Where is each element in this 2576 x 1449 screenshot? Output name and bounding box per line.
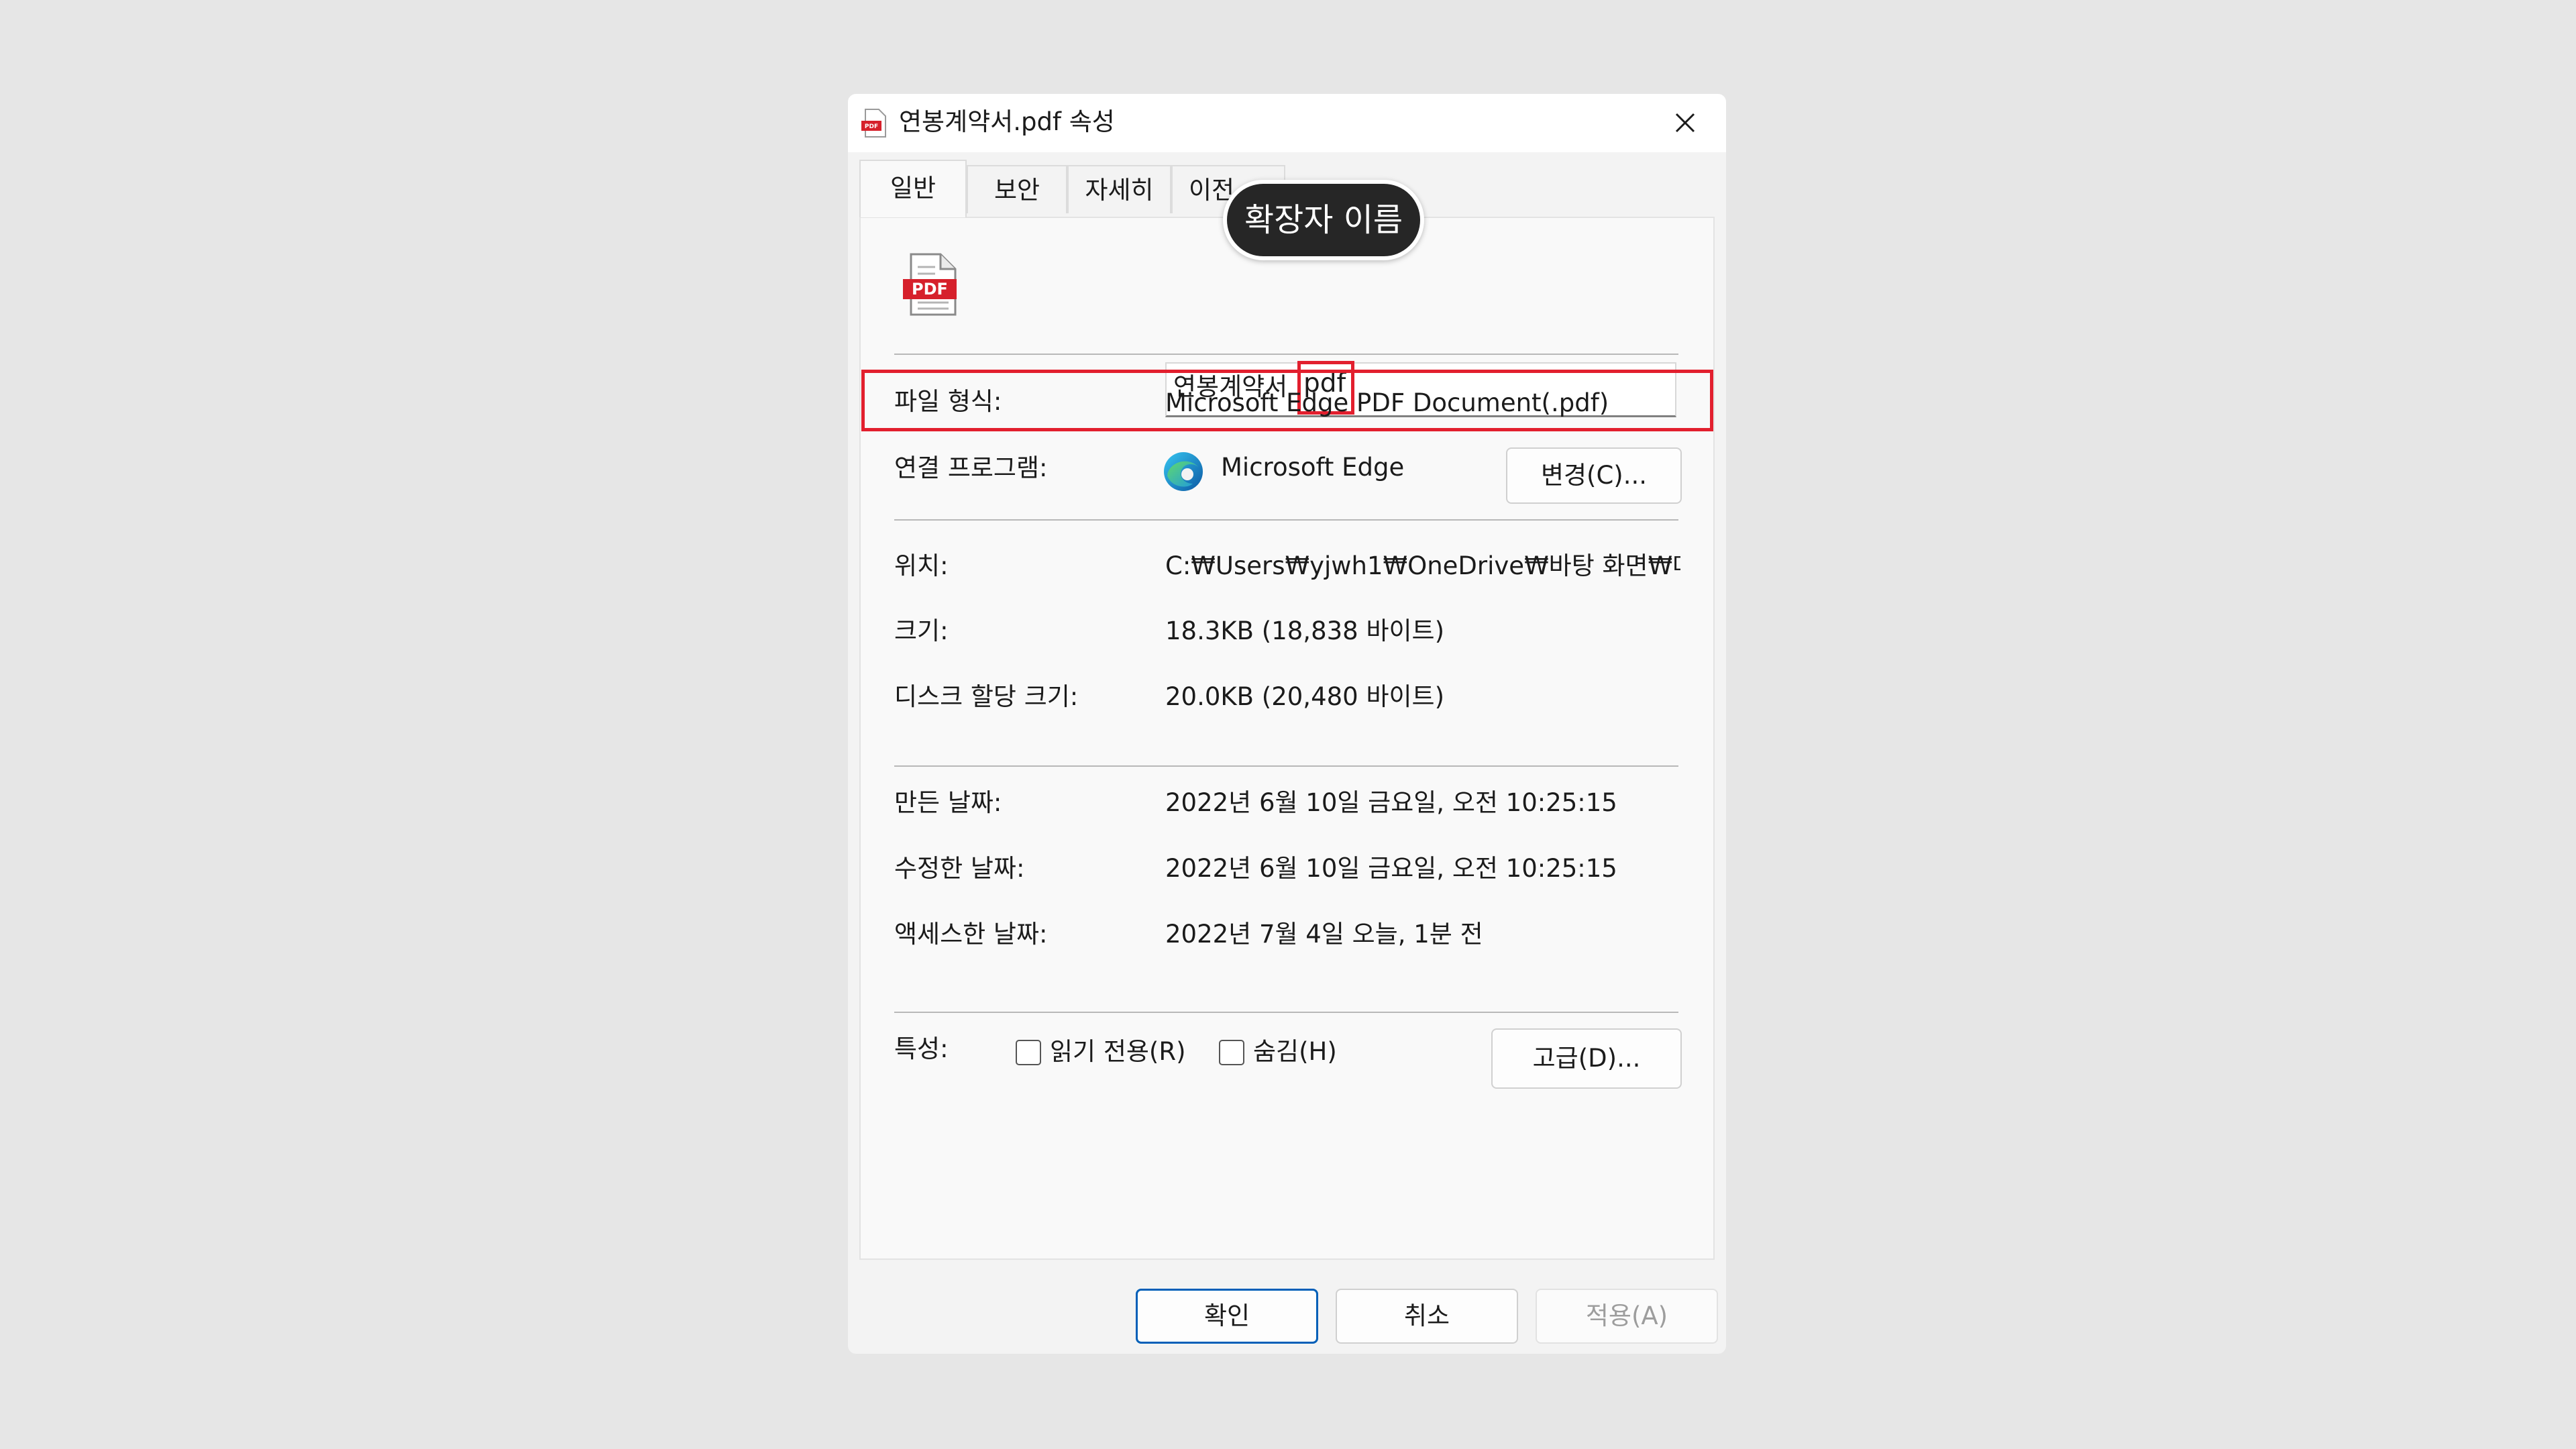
- separator: [894, 519, 1678, 521]
- title-bar: PDF 연봉계약서.pdf 속성: [848, 94, 1726, 152]
- hidden-label: 숨김(H): [1253, 1037, 1337, 1066]
- hidden-checkbox[interactable]: [1219, 1040, 1244, 1065]
- cancel-button[interactable]: 취소: [1336, 1289, 1518, 1344]
- window-title: 연봉계약서.pdf 속성: [899, 107, 1115, 136]
- size-label: 크기:: [894, 616, 949, 645]
- separator: [894, 354, 1678, 355]
- separator: [894, 765, 1678, 767]
- tab-details[interactable]: 자세히: [1067, 165, 1171, 213]
- edge-icon: [1162, 450, 1205, 493]
- attributes-label: 특성:: [894, 1034, 949, 1063]
- svg-text:PDF: PDF: [865, 123, 878, 130]
- pdf-badge-label: PDF: [912, 280, 948, 299]
- advanced-button[interactable]: 고급(D)...: [1491, 1028, 1682, 1089]
- accessed-label: 액세스한 날짜:: [894, 920, 1048, 949]
- location-value: C:₩Users₩yjwh1₩OneDrive₩바탕 화면₩메뉴얼: [1165, 551, 1680, 580]
- readonly-label: 읽기 전용(R): [1050, 1037, 1186, 1066]
- apply-button[interactable]: 적용(A): [1536, 1289, 1718, 1344]
- extension-name-tooltip: 확장자 이름: [1223, 180, 1424, 260]
- change-program-button[interactable]: 변경(C)...: [1506, 447, 1682, 504]
- location-label: 위치:: [894, 551, 949, 580]
- file-type-highlight-box: [861, 370, 1713, 431]
- disk-size-label: 디스크 할당 크기:: [894, 682, 1079, 711]
- tab-general[interactable]: 일반: [859, 160, 967, 217]
- pdf-document-icon: PDF: [902, 252, 959, 317]
- disk-size-value: 20.0KB (20,480 바이트): [1165, 682, 1445, 711]
- modified-value: 2022년 6월 10일 금요일, 오전 10:25:15: [1165, 854, 1617, 883]
- close-icon: [1675, 113, 1695, 133]
- created-value: 2022년 6월 10일 금요일, 오전 10:25:15: [1165, 788, 1617, 817]
- created-label: 만든 날짜:: [894, 788, 1002, 817]
- readonly-checkbox[interactable]: [1016, 1040, 1041, 1065]
- size-value: 18.3KB (18,838 바이트): [1165, 616, 1445, 645]
- opens-with-value: Microsoft Edge: [1221, 453, 1405, 482]
- properties-dialog: PDF 연봉계약서.pdf 속성 일반 보안 자세히 이전 PDF 연봉계약서 …: [848, 94, 1726, 1354]
- ok-button[interactable]: 확인: [1136, 1289, 1318, 1344]
- pdf-file-icon: PDF: [861, 109, 888, 138]
- location-value-clip: C:₩Users₩yjwh1₩OneDrive₩바탕 화면₩메뉴얼: [1165, 551, 1680, 583]
- separator: [894, 1012, 1678, 1013]
- close-button[interactable]: [1664, 102, 1707, 144]
- opens-with-label: 연결 프로그램:: [894, 453, 1048, 482]
- modified-label: 수정한 날짜:: [894, 854, 1025, 883]
- accessed-value: 2022년 7월 4일 오늘, 1분 전: [1165, 920, 1483, 949]
- tab-security[interactable]: 보안: [967, 165, 1067, 213]
